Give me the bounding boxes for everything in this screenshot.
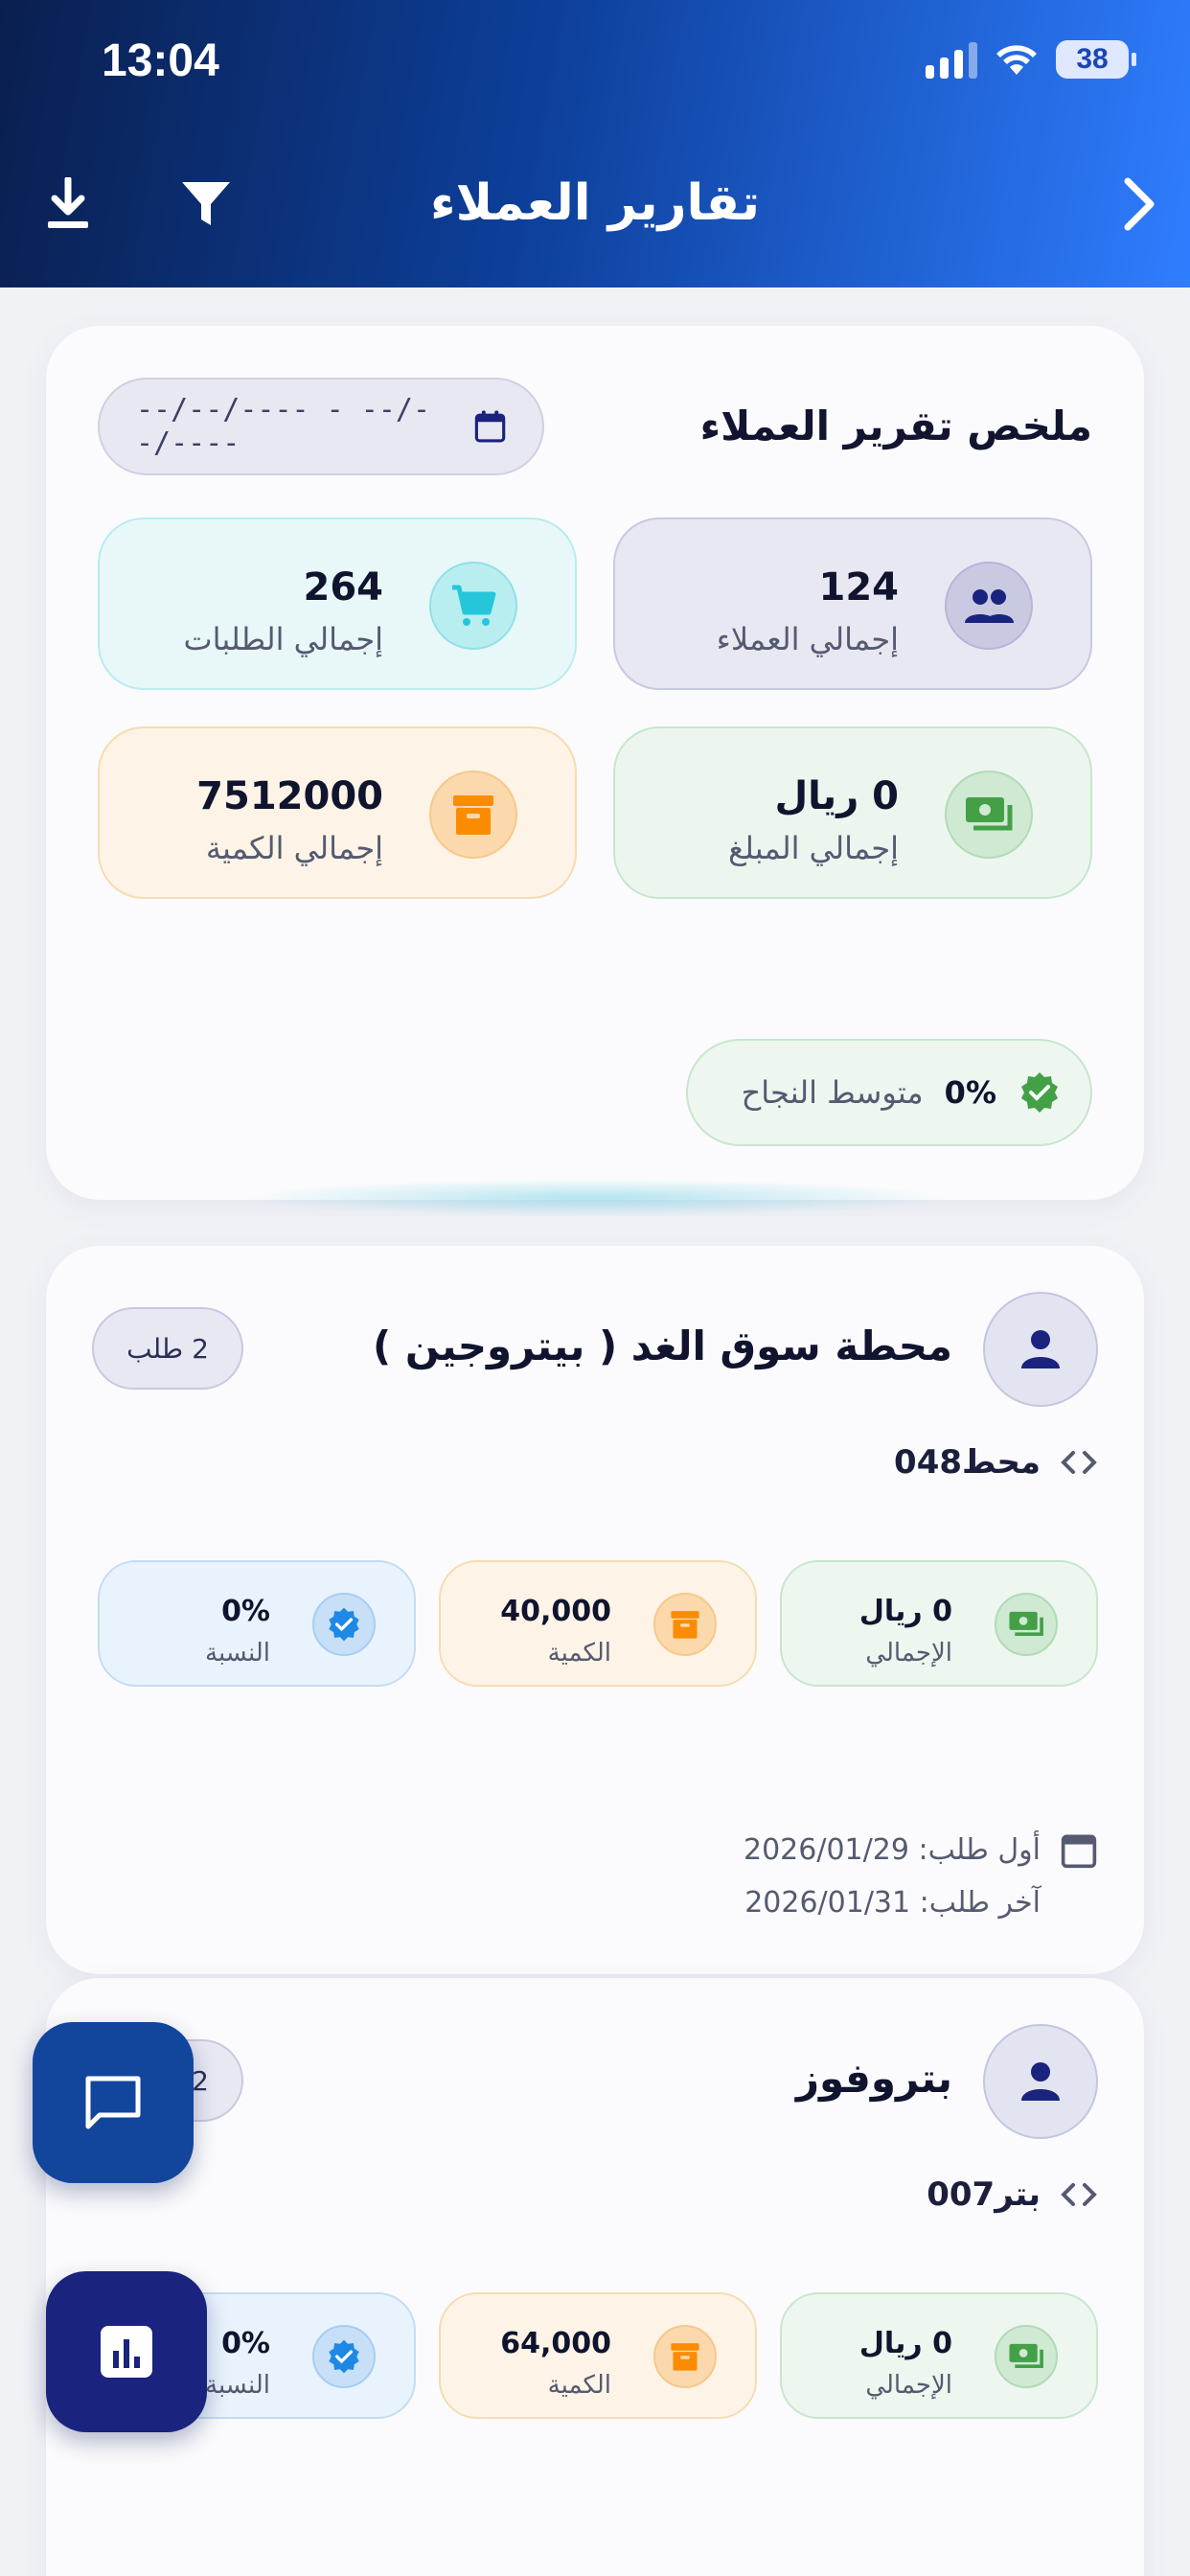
cash-icon [966,797,1013,831]
filter-icon [182,182,230,225]
bar-chart-icon [101,2326,152,2378]
summary-card: ملخص تقرير العملاء --/--/---- - --/--/--… [46,326,1144,1200]
first-order-date: أول طلب: 2026/01/29 [744,1832,1041,1867]
customer-code: بتر007 [927,2175,1098,2214]
customer-total-card: 0 ريال الإجمالي [780,2292,1098,2419]
customer-rate-value: 0% [221,1595,270,1628]
total-quantity-card: 7512000 إجمالي الكمية [98,726,577,899]
users-icon [965,589,1014,623]
status-icons: 38 [926,40,1136,79]
customer-code-text: بتر007 [927,2175,1041,2214]
total-customers-card: 124 إجمالي العملاء [613,518,1092,690]
wifi-icon [996,45,1037,75]
total-orders-card: 264 إجمالي الطلبات [98,518,577,690]
total-amount-label: إجمالي المبلغ [728,830,899,866]
customer-avatar [983,1292,1098,1407]
calendar-icon [474,410,506,443]
customer-rate-value: 0% [221,2327,270,2360]
customer-quantity-label: الكمية [547,2371,611,2400]
customer-quantity-value: 64,000 [500,2327,611,2360]
order-count-badge: 2 طلب [92,1307,243,1390]
chat-icon [85,2076,141,2129]
average-success-label: متوسط النجاح [741,1074,924,1111]
verified-badge-icon [329,1607,359,1642]
cart-icon [452,585,496,626]
customer-quantity-card: 64,000 الكمية [439,2292,757,2419]
customer-code-text: محط048 [894,1443,1041,1482]
battery-icon: 38 [1056,40,1136,79]
total-customers-label: إجمالي العملاء [716,621,899,657]
divider-glow [240,1179,949,1217]
customer-quantity-value: 40,000 [500,1595,611,1628]
total-orders-value: 264 [303,565,384,610]
customer-quantity-card: 40,000 الكمية [439,1560,757,1687]
verified-badge-icon [329,2339,359,2374]
person-icon [1021,2062,1060,2101]
customer-name: بتروفوز [795,2055,952,2102]
app-header: 13:04 38 تقارير العملاء [0,0,1190,288]
reports-button[interactable] [46,2271,207,2432]
average-success-value: 0% [944,1074,996,1111]
cash-icon [1009,1611,1043,1637]
total-amount-value: 0 ريال [774,774,899,818]
date-range-picker[interactable]: --/--/---- - --/--/---- [98,378,544,475]
download-icon [48,177,88,228]
signal-icon [926,40,977,79]
calendar-icon [1061,1834,1097,1869]
total-quantity-value: 7512000 [196,774,383,818]
last-order-date: آخر طلب: 2026/01/31 [744,1886,1041,1920]
chat-button[interactable] [33,2022,194,2183]
date-range-text: --/--/---- - --/--/---- [136,393,431,460]
customer-total-value: 0 ريال [858,1595,952,1628]
code-icon [1061,2183,1097,2206]
summary-title: ملخص تقرير العملاء [699,402,1092,449]
box-icon [671,1611,699,1639]
customer-total-card: 0 ريال الإجمالي [780,1560,1098,1687]
filter-button[interactable] [172,171,240,238]
code-icon [1061,1451,1097,1474]
customer-total-value: 0 ريال [858,2327,952,2360]
customer-quantity-label: الكمية [547,1639,611,1668]
total-amount-card: 0 ريال إجمالي المبلغ [613,726,1092,899]
verified-badge-icon [1021,1072,1058,1113]
customer-code: محط048 [894,1443,1098,1482]
total-customers-value: 124 [818,565,900,610]
customer-rate-label: النسبة [205,1639,270,1668]
status-time: 13:04 [102,35,219,86]
box-icon [453,795,493,835]
customer-rate-card: 0% النسبة [98,1560,416,1687]
box-icon [671,2343,699,2371]
customer-total-label: الإجمالي [865,2371,952,2400]
customer-total-label: الإجمالي [865,1639,952,1668]
customer-avatar [983,2024,1098,2139]
cash-icon [1009,2343,1043,2369]
average-success-badge: 0% متوسط النجاح [686,1039,1092,1146]
download-button[interactable] [34,171,102,238]
customer-card[interactable]: محطة سوق الغد ( بيتروجين ) 2 طلب محط048 … [46,1246,1144,1974]
customer-name: محطة سوق الغد ( بيتروجين ) [373,1322,952,1369]
total-orders-label: إجمالي الطلبات [183,621,383,657]
total-quantity-label: إجمالي الكمية [205,830,383,866]
person-icon [1021,1330,1060,1368]
customer-card[interactable]: بتروفوز 2 طلب بتر007 0 ريال الإجمالي 64,… [46,1978,1144,2576]
order-dates: أول طلب: 2026/01/29 آخر طلب: 2026/01/31 [744,1830,1098,1937]
customer-rate-label: النسبة [205,2371,270,2400]
